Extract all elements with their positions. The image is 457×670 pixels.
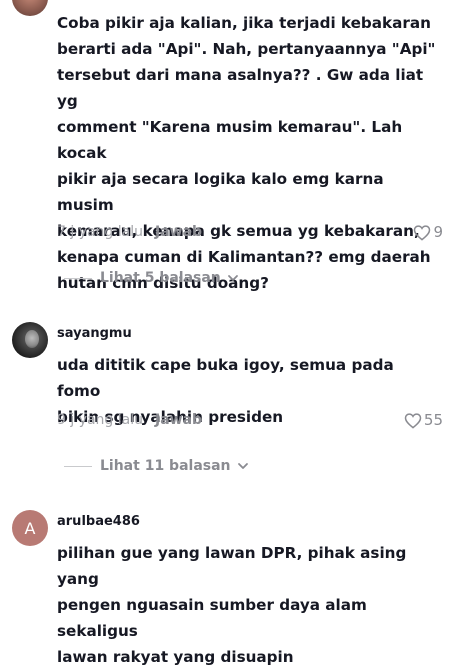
heart-outline-icon	[414, 224, 431, 241]
avatar-face	[25, 330, 39, 348]
divider	[64, 465, 92, 467]
reply-button[interactable]: Jawab	[155, 224, 202, 240]
comment-item: A arulbae486 pilihan gue yang lawan DPR,…	[0, 506, 457, 666]
comment-item: Coba pikir aja kalian, jika terjadi keba…	[0, 0, 457, 300]
like-button[interactable]: 55	[404, 411, 443, 429]
avatar[interactable]: A	[12, 510, 48, 546]
view-replies-label: Lihat 11 balasan	[100, 458, 231, 474]
chevron-down-icon	[227, 275, 238, 281]
reply-button[interactable]: Jawab	[155, 412, 202, 428]
comment-item: sayangmu uda dititik cape buka igoy, sem…	[0, 318, 457, 488]
comment-meta: 9 j yang lalu Jawab	[57, 412, 202, 428]
like-count: 55	[423, 411, 443, 429]
comment-timestamp: 9 j yang lalu	[57, 412, 144, 428]
username[interactable]: sayangmu	[57, 326, 132, 341]
comment-timestamp: 7 j yang lalu	[57, 224, 144, 240]
comment-meta: 7 j yang lalu Jawab	[57, 224, 202, 240]
heart-outline-icon	[404, 412, 422, 429]
avatar[interactable]	[12, 0, 48, 16]
comment-text: pilihan gue yang lawan DPR, pihak asing …	[57, 544, 407, 666]
view-replies-label: Lihat 5 balasan	[100, 270, 221, 286]
comment-text: Coba pikir aja kalian, jika terjadi keba…	[57, 14, 436, 292]
like-button[interactable]: 9	[413, 223, 443, 241]
divider	[64, 277, 92, 279]
avatar[interactable]	[12, 322, 48, 358]
username[interactable]: arulbae486	[57, 514, 140, 529]
chevron-down-icon	[237, 463, 248, 469]
like-count: 9	[433, 223, 443, 241]
view-replies-button[interactable]: Lihat 11 balasan	[64, 458, 249, 474]
view-replies-button[interactable]: Lihat 5 balasan	[64, 270, 239, 286]
